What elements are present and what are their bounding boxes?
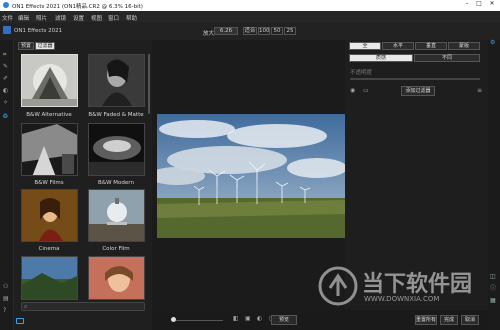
thumbnail-bw-alternative[interactable] — [21, 54, 78, 107]
tab-horizontal[interactable]: 水平 — [382, 42, 414, 50]
watermark-url: WWW.DOWNXIA.COM — [364, 295, 440, 303]
retouch-icon[interactable]: ✐ — [3, 76, 8, 82]
thumbnail-label: B&W Modern — [98, 180, 134, 186]
refine-icon[interactable]: ✧ — [3, 100, 8, 106]
visibility-icon[interactable]: ◉ — [350, 88, 355, 94]
reset-all-button[interactable]: 重置所有 — [415, 315, 437, 325]
zoom-slider[interactable] — [173, 320, 223, 321]
subtab-other[interactable]: 不同 — [414, 54, 480, 62]
cancel-button[interactable]: 取消 — [461, 315, 479, 325]
effects-icon[interactable]: ❂ — [3, 114, 8, 120]
zoom-label: 放大 — [203, 31, 215, 37]
tab-filters[interactable]: 过滤器 — [35, 42, 55, 50]
menu-help[interactable]: 帮助 — [126, 14, 137, 22]
search-input[interactable]: ⌕ — [21, 302, 145, 311]
tab-vertical[interactable]: 垂直 — [415, 42, 447, 50]
watermark-text: 当下软件园 — [362, 272, 473, 297]
opacity-slider[interactable] — [350, 78, 480, 80]
close-button[interactable]: ✕ — [486, 0, 498, 11]
thumbnail-label: Color Film — [102, 246, 130, 252]
zoom-slider-knob[interactable] — [171, 317, 176, 322]
menu-edit[interactable]: 编辑 — [18, 14, 29, 22]
thumbnail-portrait[interactable] — [88, 256, 145, 300]
menu-filter[interactable]: 滤镜 — [55, 14, 66, 22]
menu-file[interactable]: 文件 — [2, 14, 13, 22]
watermark: 当下软件园 WWW.DOWNXIA.COM — [318, 264, 498, 314]
preview-button[interactable]: 预览 — [271, 315, 297, 325]
layers-icon[interactable]: ▤ — [3, 296, 9, 302]
done-button[interactable]: 完成 — [440, 315, 458, 325]
thumbnail-label: Cinema — [38, 246, 60, 252]
minimize-button[interactable]: – — [462, 0, 472, 11]
color-film-image — [89, 190, 144, 241]
split-view-icon[interactable]: ◧ — [233, 316, 239, 322]
tab-presets[interactable]: 预置 — [18, 42, 34, 50]
settings-gear-icon[interactable]: ⚙ — [490, 40, 495, 46]
help-icon[interactable]: ? — [3, 308, 6, 314]
user-icon[interactable]: ⚇ — [3, 284, 8, 290]
image-canvas — [153, 40, 345, 310]
menu-icon[interactable]: ≡ — [477, 88, 482, 94]
portrait-image — [89, 257, 144, 299]
landscape-image — [22, 257, 77, 299]
reset-icon[interactable]: ▭ — [363, 88, 369, 94]
app-icon — [3, 26, 11, 34]
thumbnail-color-film[interactable] — [88, 189, 145, 242]
title-bar: ON1 Effects 2021 (ON1精品.CR2 @ 6.3% 16-bi… — [0, 0, 500, 11]
search-icon: ⌕ — [24, 303, 28, 310]
document-name: ON1 Effects 2021 — [14, 28, 63, 34]
watermark-logo-icon — [318, 266, 358, 306]
browser-scrollbar[interactable] — [148, 54, 150, 114]
window-title: ON1 Effects 2021 (ON1精品.CR2 @ 6.3% 16-bi… — [12, 4, 143, 10]
maximize-button[interactable]: □ — [474, 0, 484, 11]
bw-alternative-image — [22, 55, 77, 106]
zoom-50-button[interactable]: 50 — [271, 27, 283, 35]
thumbnail-bw-modern[interactable] — [88, 123, 145, 176]
bw-films-image — [22, 124, 77, 175]
zoom-field[interactable]: 6.26 — [214, 27, 238, 35]
opacity-label: 不透明度 — [350, 70, 373, 76]
view-mode-icon[interactable] — [16, 318, 24, 324]
zoom-100-button[interactable]: 100 — [258, 27, 270, 35]
tab-mask[interactable]: 蒙版 — [448, 42, 480, 50]
menu-window[interactable]: 窗口 — [108, 14, 119, 22]
before-after-icon[interactable]: ▣ — [245, 316, 251, 322]
thumbnail-cinema[interactable] — [21, 189, 78, 242]
thumbnail-label: B&W Alternative — [26, 112, 72, 118]
thumbnail-label: B&W Faded & Matte — [88, 112, 144, 118]
add-filter-button[interactable]: 添加过滤器 — [401, 86, 435, 96]
menu-settings[interactable]: 设置 — [73, 14, 84, 22]
mask-view-icon[interactable]: ◐ — [257, 316, 262, 322]
menu-photo[interactable]: 照片 — [36, 14, 47, 22]
presets-browser: 预置 过滤器 B&W Alternative B&W Faded & Matte — [14, 40, 152, 330]
crop-icon[interactable]: ⌗ — [3, 52, 6, 58]
subtab-texture[interactable]: 质感 — [349, 54, 413, 62]
tab-all[interactable]: 全 — [349, 42, 381, 50]
app-logo-icon — [3, 2, 9, 8]
zoom-25-button[interactable]: 25 — [284, 27, 296, 35]
thumbnail-label: B&W Films — [34, 180, 64, 186]
thumbnail-bw-films[interactable] — [21, 123, 78, 176]
mask-icon[interactable]: ◐ — [3, 88, 8, 94]
cinema-image — [22, 190, 77, 241]
fit-button[interactable]: 适合 — [243, 27, 257, 35]
thumbnail-landscape[interactable] — [21, 256, 78, 300]
photo-wind-turbines[interactable] — [157, 114, 345, 238]
brush-icon[interactable]: ✎ — [3, 64, 8, 70]
left-tool-strip: ⌗ ✎ ✐ ◐ ✧ ❂ ⚇ ▤ ? — [0, 40, 14, 330]
bw-modern-image — [89, 124, 144, 175]
bw-faded-matte-image — [89, 55, 144, 106]
menu-bar: 文件 编辑 照片 滤镜 设置 视图 窗口 帮助 — [0, 11, 500, 22]
menu-view[interactable]: 视图 — [91, 14, 102, 22]
top-toolbar: ON1 Effects 2021 放大 6.26 适合 100 50 25 — [0, 22, 500, 40]
thumbnail-bw-faded-matte[interactable] — [88, 54, 145, 107]
